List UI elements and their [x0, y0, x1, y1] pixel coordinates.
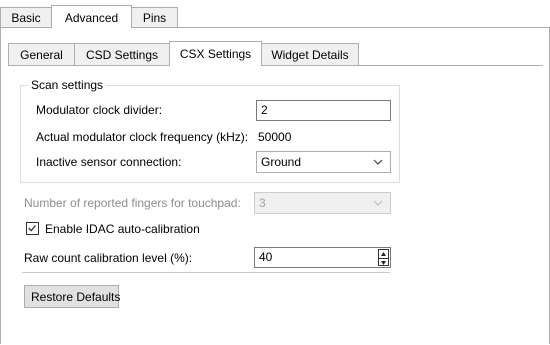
- inactive-sensor-connection-value: Ground: [261, 155, 302, 169]
- raw-count-calibration-value: 40: [259, 250, 273, 264]
- tab-basic[interactable]: Basic: [0, 7, 52, 27]
- tab-csx-settings-label: CSX Settings: [179, 47, 252, 61]
- triangle-down-icon: [381, 261, 386, 265]
- chevron-down-icon: [373, 159, 383, 165]
- tab-basic-label: Basic: [11, 11, 41, 25]
- chevron-down-icon: [373, 200, 383, 206]
- reported-fingers-label: Number of reported fingers for touchpad:: [24, 196, 241, 210]
- idac-auto-calibration-checkbox[interactable]: [26, 222, 39, 235]
- actual-frequency-value: 50000: [258, 130, 292, 144]
- idac-auto-calibration-label[interactable]: Enable IDAC auto-calibration: [45, 222, 200, 236]
- triangle-up-icon: [381, 252, 386, 256]
- tab-advanced-label: Advanced: [64, 11, 119, 25]
- tab-widget-details[interactable]: Widget Details: [261, 43, 359, 65]
- reported-fingers-value: 3: [259, 196, 266, 210]
- actual-frequency-label: Actual modulator clock frequency (kHz):: [36, 130, 249, 144]
- reported-fingers-select: 3: [254, 192, 391, 214]
- inner-tab-strip: General CSD Settings CSX Settings Widget…: [8, 41, 543, 66]
- tab-csd-settings-label: CSD Settings: [85, 48, 159, 62]
- raw-count-calibration-spinner[interactable]: 40: [254, 247, 391, 268]
- scan-settings-title: Scan settings: [28, 78, 107, 92]
- modulator-clock-divider-value: 2: [261, 103, 268, 117]
- checkmark-icon: [28, 225, 36, 232]
- spinner-buttons[interactable]: [378, 249, 389, 266]
- raw-count-calibration-label: Raw count calibration level (%):: [24, 251, 193, 265]
- spin-up-button[interactable]: [379, 250, 388, 258]
- outer-tab-strip: Basic Advanced Pins: [0, 5, 550, 28]
- tab-csx-settings[interactable]: CSX Settings: [169, 41, 262, 66]
- inactive-sensor-connection-select[interactable]: Ground: [256, 151, 391, 173]
- inactive-sensor-connection-label: Inactive sensor connection:: [36, 155, 182, 169]
- spin-down-button[interactable]: [379, 258, 388, 266]
- divider: [22, 272, 390, 273]
- tab-widget-details-label: Widget Details: [271, 48, 349, 62]
- tab-general-label: General: [20, 48, 63, 62]
- tab-advanced[interactable]: Advanced: [51, 5, 132, 28]
- modulator-clock-divider-label: Modulator clock divider:: [36, 103, 163, 117]
- modulator-clock-divider-input[interactable]: 2: [256, 100, 391, 121]
- tab-general[interactable]: General: [8, 43, 75, 65]
- tab-pins-label: Pins: [142, 11, 167, 25]
- restore-defaults-label: Restore Defaults: [31, 290, 121, 304]
- restore-defaults-button[interactable]: Restore Defaults: [24, 285, 121, 308]
- tab-pins[interactable]: Pins: [131, 7, 178, 27]
- tab-csd-settings[interactable]: CSD Settings: [74, 43, 170, 65]
